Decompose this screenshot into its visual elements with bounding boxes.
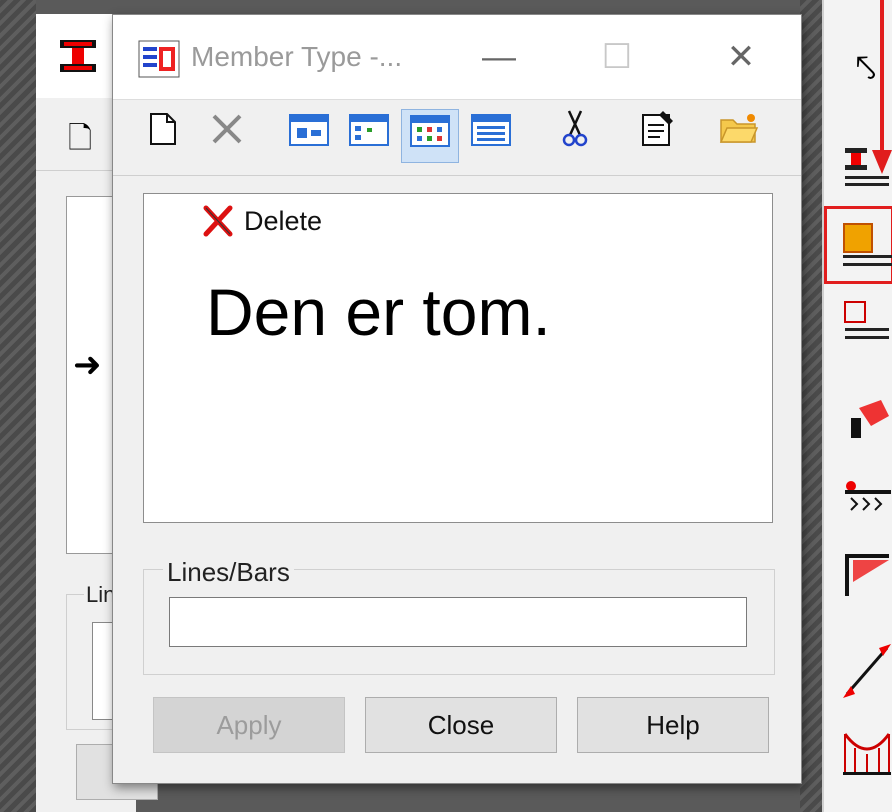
dialog-toolbar bbox=[113, 99, 801, 176]
member-type-icon-line bbox=[843, 263, 892, 266]
maximize-button[interactable]: ☐ bbox=[587, 31, 647, 83]
properties-icon[interactable] bbox=[629, 109, 685, 161]
dialog-title: Member Type -... bbox=[191, 41, 403, 72]
view-list-icon[interactable] bbox=[401, 109, 459, 163]
member-type-dialog: Member Type -... — ☐ ✕ Delete Den er tom… bbox=[112, 14, 802, 784]
spring-support-icon[interactable] bbox=[838, 476, 892, 532]
hinge-icon[interactable] bbox=[838, 392, 892, 448]
right-toolbar: ⤣ bbox=[822, 0, 892, 812]
background-hatch-right bbox=[800, 0, 822, 812]
background-hatch bbox=[0, 0, 36, 812]
dialog-titlebar: Member Type -... — ☐ ✕ bbox=[113, 15, 801, 100]
close-window-button[interactable]: ✕ bbox=[711, 31, 771, 83]
background-new-icon[interactable]: 🗋 bbox=[68, 116, 92, 167]
load-icon[interactable] bbox=[838, 550, 892, 606]
lines-bars-input[interactable] bbox=[169, 597, 747, 647]
member-list-icon[interactable] bbox=[838, 296, 892, 352]
view-details-icon[interactable] bbox=[463, 109, 519, 161]
pointer-arrow-head bbox=[872, 150, 892, 174]
cut-icon[interactable] bbox=[547, 109, 603, 161]
delete-icon bbox=[202, 204, 236, 238]
member-type-icon bbox=[843, 223, 873, 253]
app-beam-icon bbox=[58, 36, 98, 76]
view-large-icons-icon[interactable] bbox=[281, 109, 337, 161]
arrow-right-icon: ➜ bbox=[73, 346, 102, 384]
annotation-text: Den er tom. bbox=[206, 275, 551, 349]
new-icon[interactable] bbox=[135, 109, 191, 161]
member-type-button-highlighted[interactable] bbox=[824, 206, 892, 284]
close-button[interactable]: Close bbox=[365, 697, 557, 753]
arch-icon[interactable] bbox=[838, 724, 892, 780]
open-folder-icon[interactable] bbox=[711, 109, 767, 161]
view-small-icons-icon[interactable] bbox=[341, 109, 397, 161]
help-button[interactable]: Help bbox=[577, 697, 769, 753]
delete-toolbar-icon[interactable] bbox=[199, 109, 255, 161]
member-type-list-panel[interactable]: Delete Den er tom. bbox=[143, 193, 773, 523]
dimension-line-icon[interactable] bbox=[838, 640, 892, 698]
member-type-title-icon bbox=[137, 39, 181, 79]
member-type-icon-line bbox=[843, 255, 892, 258]
lines-bars-label: Lines/Bars bbox=[163, 557, 294, 588]
apply-button[interactable]: Apply bbox=[153, 697, 345, 753]
minimize-button[interactable]: — bbox=[469, 31, 529, 83]
delete-menu-item[interactable]: Delete bbox=[244, 206, 322, 237]
pointer-arrow-line bbox=[880, 0, 884, 150]
